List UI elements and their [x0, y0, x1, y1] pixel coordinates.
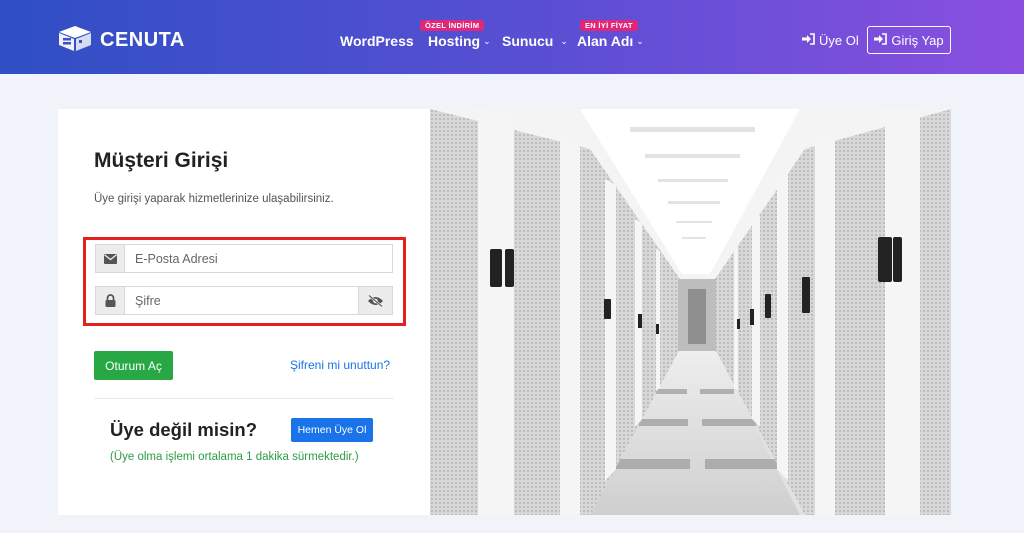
login-nav-button[interactable]: Giriş Yap: [867, 26, 951, 54]
nav-alan-adi[interactable]: Alan Adı ⌄: [577, 33, 644, 49]
page-title: Müşteri Girişi: [94, 149, 229, 172]
brand-logo[interactable]: CENUTA: [56, 24, 185, 57]
nav-wordpress-label: WordPress: [340, 33, 414, 49]
server-room-image: [430, 109, 951, 515]
hosting-badge: ÖZEL İNDİRİM: [420, 20, 485, 31]
divider: [94, 398, 394, 399]
password-field: [95, 286, 393, 315]
login-card: Müşteri Girişi Üye girişi yaparak hizmet…: [58, 109, 430, 515]
chevron-down-icon: ⌄: [560, 36, 568, 46]
not-member-heading: Üye değil misin?: [110, 419, 258, 440]
password-input[interactable]: [125, 287, 358, 314]
nav-wordpress[interactable]: WordPress: [340, 33, 414, 49]
signup-note: (Üye olma işlemi ortalama 1 dakika sürme…: [110, 451, 359, 463]
domain-badge: EN İYİ FİYAT: [580, 20, 638, 31]
register-link[interactable]: Üye Ol: [802, 33, 859, 48]
envelope-icon: [96, 245, 125, 272]
login-nav-label: Giriş Yap: [891, 32, 944, 48]
nav-sunucu[interactable]: Sunucu ⌄: [502, 33, 568, 49]
sign-in-icon: [874, 32, 888, 48]
email-input[interactable]: [125, 245, 392, 272]
nav-alan-adi-label: Alan Adı: [577, 33, 634, 49]
register-label: Üye Ol: [819, 33, 859, 48]
top-navbar: CENUTA WordPress ÖZEL İNDİRİM Hosting ⌄ S…: [0, 0, 1024, 74]
login-subtitle: Üye girişi yaparak hizmetlerinize ulaşab…: [94, 193, 334, 205]
forgot-password-link[interactable]: Şifreni mi unuttun?: [290, 358, 390, 372]
nav-sunucu-label: Sunucu: [502, 33, 554, 49]
nav-hosting-label: Hosting: [428, 33, 481, 49]
login-submit-button[interactable]: Oturum Aç: [94, 351, 173, 380]
cube-box-icon: [56, 24, 94, 57]
email-field: [95, 244, 393, 273]
eye-slash-icon[interactable]: [358, 287, 392, 314]
signup-button[interactable]: Hemen Üye Ol: [291, 418, 373, 442]
chevron-down-icon: ⌄: [483, 36, 491, 46]
chevron-down-icon: ⌄: [636, 36, 644, 46]
sign-in-icon: [802, 33, 815, 48]
nav-hosting[interactable]: Hosting ⌄: [428, 33, 491, 49]
lock-icon: [96, 287, 125, 314]
brand-name: CENUTA: [100, 29, 185, 51]
